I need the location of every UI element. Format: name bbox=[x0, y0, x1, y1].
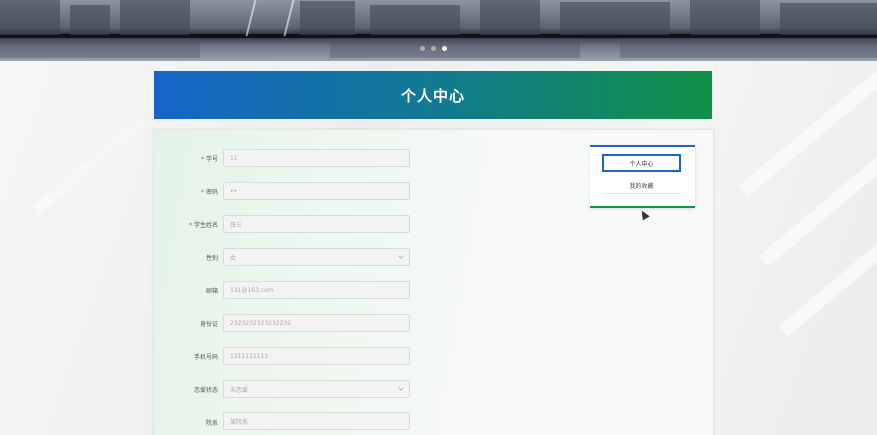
carousel-dot-active[interactable] bbox=[442, 46, 447, 51]
tower-shape bbox=[245, 0, 295, 36]
field-label-department: 院系 bbox=[205, 420, 218, 427]
chevron-down-icon bbox=[398, 253, 404, 259]
field-label-password: * 密码 bbox=[200, 189, 218, 196]
field-label-student-id: * 学号 bbox=[200, 156, 218, 163]
field-label-gender: 性别 bbox=[205, 255, 218, 262]
chevron-down-icon bbox=[398, 385, 404, 391]
carousel-indicators bbox=[420, 46, 447, 51]
student-id-input[interactable]: 11 bbox=[223, 149, 410, 167]
id-card-input[interactable]: 2323232323232232 bbox=[223, 314, 410, 332]
carousel-dot[interactable] bbox=[431, 46, 436, 51]
required-mark: * bbox=[188, 222, 192, 229]
student-name-input[interactable]: 张三 bbox=[223, 215, 410, 233]
page-title: 个人中心 bbox=[400, 86, 465, 105]
gender-select[interactable]: 女 bbox=[223, 248, 410, 266]
field-label-relationship: 恋爱状态 bbox=[193, 387, 218, 394]
relationship-select[interactable]: 未恋爱 bbox=[223, 380, 410, 398]
menu-item-profile[interactable]: 个人中心 bbox=[602, 154, 681, 172]
banner-carousel bbox=[0, 0, 877, 61]
field-label-phone: 手机号码 bbox=[193, 354, 218, 361]
menu-item-favorites[interactable]: 我的收藏 bbox=[602, 180, 681, 194]
field-label-id-card: 身份证 bbox=[199, 321, 218, 328]
field-label-email: 邮箱 bbox=[205, 288, 218, 295]
menu-item-label: 我的收藏 bbox=[629, 183, 654, 190]
required-mark: * bbox=[200, 156, 204, 163]
menu-item-label: 个人中心 bbox=[629, 160, 654, 168]
page-title-bar: 个人中心 bbox=[154, 71, 712, 119]
carousel-dot[interactable] bbox=[420, 46, 425, 51]
decor-stripe bbox=[33, 116, 147, 214]
email-input[interactable]: 131@163.com bbox=[223, 281, 410, 299]
department-input[interactable]: 某院系 bbox=[223, 412, 410, 430]
field-label-student-name: * 学生姓名 bbox=[188, 222, 218, 229]
side-menu: 个人中心 我的收藏 bbox=[590, 145, 695, 208]
password-input[interactable]: •• bbox=[223, 182, 410, 200]
decor-stripe bbox=[778, 197, 877, 337]
phone-input[interactable]: 1311111111 bbox=[223, 347, 410, 365]
decor-stripe bbox=[758, 127, 877, 267]
required-mark: * bbox=[200, 189, 204, 196]
